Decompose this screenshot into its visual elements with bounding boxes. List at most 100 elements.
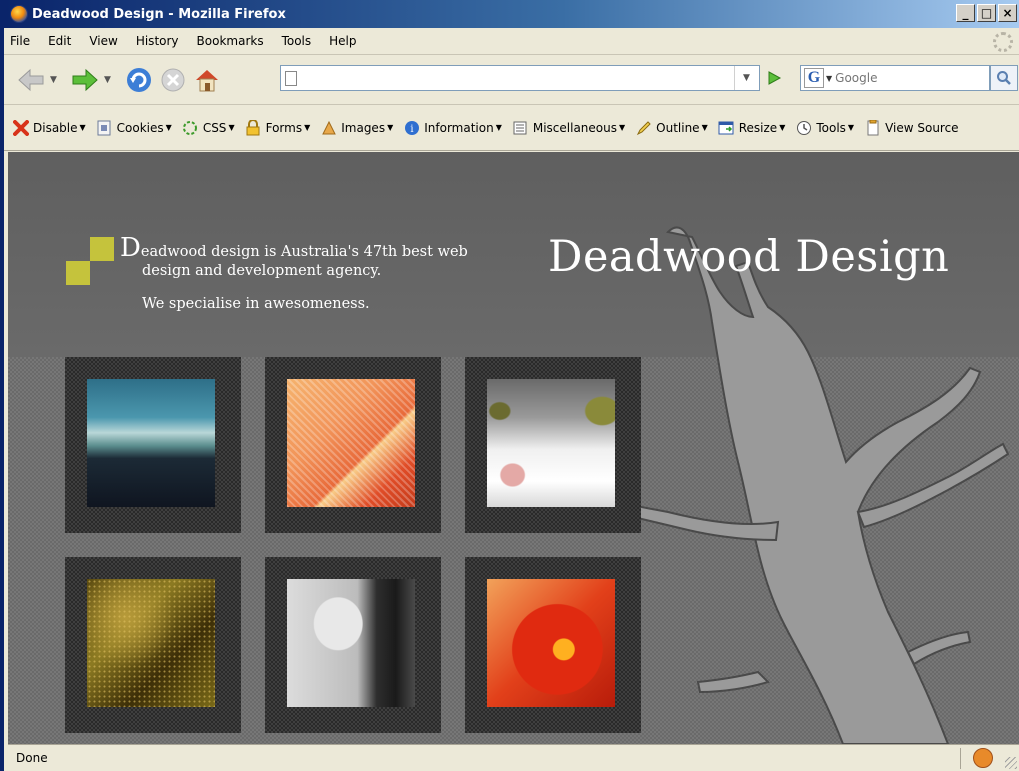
menu-file[interactable]: File xyxy=(10,34,30,48)
disable-icon xyxy=(12,119,29,136)
page-icon xyxy=(285,70,297,86)
firefox-icon xyxy=(10,5,28,23)
navigation-toolbar: ▼ ▼ ▼ G ▼ xyxy=(4,55,1019,105)
dev-tools-label: Tools xyxy=(816,120,846,135)
forward-history-dropdown[interactable]: ▼ xyxy=(104,75,114,85)
information-icon: i xyxy=(403,119,420,136)
site-title: Deadwood Design xyxy=(548,232,950,282)
gallery-tile[interactable] xyxy=(465,557,641,733)
intro-line-2: design and development agency. xyxy=(142,263,382,279)
stop-icon xyxy=(161,68,185,91)
dev-view-source-menu[interactable]: View Source xyxy=(864,119,959,136)
minimize-button[interactable]: _ xyxy=(956,4,975,22)
golden-texture-thumbnail[interactable] xyxy=(87,579,215,707)
window-controls: _ □ × xyxy=(956,4,1017,22)
logo-mark xyxy=(66,237,114,285)
drop-cap: D xyxy=(120,233,141,263)
browser-window: Deadwood Design - Mozilla Firefox _ □ × … xyxy=(0,0,1019,771)
red-flower-thumbnail[interactable] xyxy=(487,579,615,707)
magnifier-icon xyxy=(997,71,1011,85)
search-engine-dropdown[interactable]: ▼ xyxy=(826,74,832,83)
menu-help[interactable]: Help xyxy=(329,34,356,48)
status-bar: Done xyxy=(8,744,1019,771)
seaside-silhouette-thumbnail[interactable] xyxy=(87,379,215,507)
dev-disable-label: Disable xyxy=(33,120,78,135)
dev-outline-label: Outline xyxy=(656,120,700,135)
home-icon xyxy=(196,69,218,91)
gallery-tile[interactable] xyxy=(65,557,241,733)
status-text: Done xyxy=(16,751,48,765)
reload-icon xyxy=(127,67,151,92)
css-icon xyxy=(182,119,199,136)
menu-bar: File Edit View History Bookmarks Tools H… xyxy=(4,28,1019,55)
menu-bookmarks[interactable]: Bookmarks xyxy=(197,34,264,48)
page-viewport[interactable]: Deadwood design is Australia's 47th best… xyxy=(8,152,1019,744)
dev-tools-menu[interactable]: Tools ▼ xyxy=(795,119,854,136)
intro-line-1: eadwood design is Australia's 47th best … xyxy=(140,244,468,260)
window-title: Deadwood Design - Mozilla Firefox xyxy=(32,6,286,22)
forward-arrow-icon xyxy=(72,68,98,91)
gallery-tile[interactable] xyxy=(465,357,641,533)
menu-view[interactable]: View xyxy=(89,34,117,48)
close-button[interactable]: × xyxy=(998,4,1017,22)
menu-history[interactable]: History xyxy=(136,34,179,48)
miscellaneous-icon xyxy=(512,119,529,136)
back-history-dropdown[interactable]: ▼ xyxy=(50,75,60,85)
dev-cookies-label: Cookies xyxy=(116,120,164,135)
svg-text:i: i xyxy=(410,124,413,135)
intro-text: Deadwood design is Australia's 47th best… xyxy=(120,235,480,314)
url-history-dropdown[interactable]: ▼ xyxy=(734,66,758,90)
dev-images-menu[interactable]: Images ▼ xyxy=(320,119,393,136)
dead-tree-image xyxy=(616,226,1010,744)
dev-disable-menu[interactable]: Disable ▼ xyxy=(12,119,86,136)
go-arrow-icon xyxy=(768,71,782,85)
status-divider xyxy=(960,748,961,769)
dev-information-label: Information xyxy=(424,120,494,135)
dev-miscellaneous-label: Miscellaneous xyxy=(532,120,617,135)
reload-button[interactable] xyxy=(124,65,154,95)
search-button[interactable] xyxy=(990,65,1018,91)
title-bar: Deadwood Design - Mozilla Firefox _ □ × xyxy=(4,0,1019,28)
throbber-icon xyxy=(993,32,1013,52)
gallery-tile[interactable] xyxy=(265,357,441,533)
back-arrow-icon xyxy=(18,68,44,91)
dev-images-label: Images xyxy=(341,120,386,135)
dev-css-label: CSS xyxy=(202,120,227,135)
search-engine-icon[interactable]: G xyxy=(804,68,824,88)
greasemonkey-icon[interactable] xyxy=(973,748,993,768)
maximize-button[interactable]: □ xyxy=(977,4,996,22)
dev-cookies-menu[interactable]: Cookies ▼ xyxy=(96,119,172,136)
url-bar[interactable] xyxy=(280,65,760,91)
cookies-icon xyxy=(96,119,113,136)
dev-miscellaneous-menu[interactable]: Miscellaneous ▼ xyxy=(512,119,625,136)
view-source-icon xyxy=(864,119,881,136)
cat-face-thumbnail[interactable] xyxy=(487,379,615,507)
outline-icon xyxy=(635,119,652,136)
smiling-man-bottle-thumbnail[interactable] xyxy=(287,579,415,707)
home-button[interactable] xyxy=(192,65,222,95)
web-developer-toolbar: Disable ▼ Cookies ▼ CSS ▼ Forms ▼ Images ▼ i … xyxy=(4,105,1019,151)
dev-information-menu[interactable]: i Information ▼ xyxy=(403,119,502,136)
gallery-tile[interactable] xyxy=(265,557,441,733)
search-input[interactable] xyxy=(835,67,989,89)
resize-grip-icon[interactable] xyxy=(1005,757,1017,769)
back-button[interactable] xyxy=(16,65,46,95)
menu-tools[interactable]: Tools xyxy=(282,34,312,48)
dev-css-menu[interactable]: CSS ▼ xyxy=(182,119,235,136)
dev-forms-menu[interactable]: Forms ▼ xyxy=(245,119,310,136)
dev-resize-menu[interactable]: Resize ▼ xyxy=(718,119,785,136)
search-bar: G ▼ xyxy=(800,65,990,91)
gallery-tile[interactable] xyxy=(65,357,241,533)
intro-tagline: We specialise in awesomeness. xyxy=(142,296,370,312)
images-icon xyxy=(320,119,337,136)
menu-edit[interactable]: Edit xyxy=(48,34,71,48)
stop-button[interactable] xyxy=(158,65,188,95)
resize-icon xyxy=(718,119,735,136)
dev-forms-label: Forms xyxy=(265,120,303,135)
go-button[interactable] xyxy=(762,67,786,89)
forward-button[interactable] xyxy=(70,65,100,95)
orange-fabric-thumbnail[interactable] xyxy=(287,379,415,507)
forms-icon xyxy=(245,119,262,136)
tools-icon xyxy=(795,119,812,136)
dev-outline-menu[interactable]: Outline ▼ xyxy=(635,119,708,136)
